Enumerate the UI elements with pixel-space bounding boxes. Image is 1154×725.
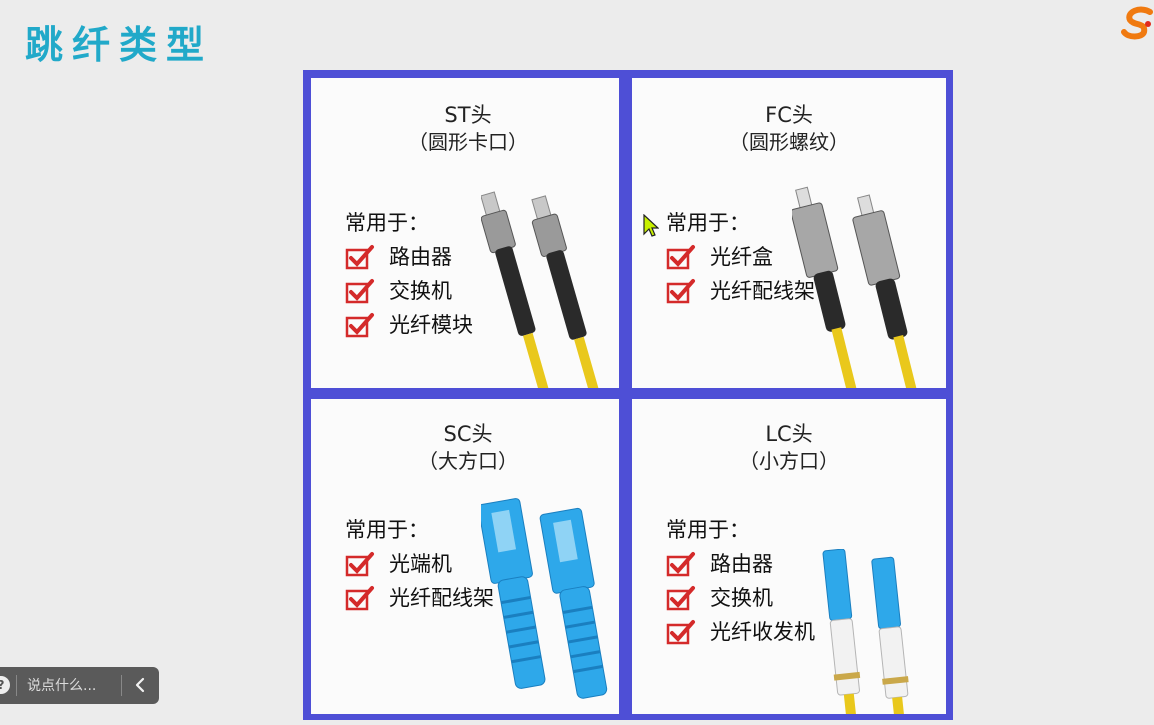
usage-item-label: 光纤收发机 — [710, 620, 815, 644]
chevron-left-icon[interactable] — [131, 675, 151, 695]
panel-lc-connector: LC头 （小方口） 常用于： 路由器 交换机 光纤收发机 — [632, 399, 946, 714]
check-icon — [666, 586, 695, 611]
usage-item-label: 交换机 — [389, 279, 452, 303]
list-item: 路由器 — [345, 240, 473, 274]
panel-title: FC头 — [765, 103, 813, 127]
check-icon — [666, 279, 695, 304]
usage-item-label: 光端机 — [389, 552, 452, 576]
list-item: 光端机 — [345, 547, 494, 581]
usage-label: 常用于： — [666, 518, 750, 542]
lc-connector-image — [822, 549, 909, 714]
panel-sc-connector: SC头 （大方口） 常用于： 光端机 光纤配线架 — [311, 399, 619, 714]
usage-list: 常用于： 光端机 光纤配线架 — [345, 513, 494, 615]
comment-bar: ? 说点什么... — [0, 667, 159, 704]
panel-subtitle: （大方口） — [418, 449, 518, 473]
list-item: 光纤模块 — [345, 308, 473, 342]
divider — [121, 675, 122, 696]
usage-item-label: 光纤盒 — [710, 245, 773, 269]
panel-subtitle: （小方口） — [739, 449, 839, 473]
st-connector-image — [481, 191, 603, 388]
slide-title: 跳纤类型 — [25, 23, 214, 67]
check-icon — [666, 620, 695, 645]
check-icon — [345, 586, 374, 611]
list-item: 路由器 — [666, 547, 815, 581]
cursor-icon — [643, 214, 659, 237]
help-icon[interactable]: ? — [0, 676, 10, 694]
usage-item-label: 光纤配线架 — [389, 586, 494, 610]
panel-title: LC头 — [765, 422, 813, 446]
connector-grid: ST头 （圆形卡口） 常用于： 路由器 交换机 光纤模块 FC头 （圆形螺纹） … — [303, 70, 953, 720]
usage-label: 常用于： — [345, 518, 429, 542]
panel-subtitle: （圆形卡口） — [408, 130, 528, 154]
comment-input[interactable]: 说点什么... — [27, 676, 96, 696]
usage-label: 常用于： — [345, 211, 429, 235]
check-icon — [345, 552, 374, 577]
check-icon — [345, 279, 374, 304]
check-icon — [666, 552, 695, 577]
panel-st-connector: ST头 （圆形卡口） 常用于： 路由器 交换机 光纤模块 — [311, 78, 619, 388]
list-item: 光纤配线架 — [345, 581, 494, 615]
usage-item-label: 光纤模块 — [389, 313, 473, 337]
list-item: 交换机 — [345, 274, 473, 308]
sc-connector-image — [481, 498, 608, 699]
check-icon — [345, 245, 374, 270]
usage-item-label: 路由器 — [710, 552, 773, 576]
list-item: 光纤收发机 — [666, 615, 815, 649]
check-icon — [345, 313, 374, 338]
usage-list: 常用于： 路由器 交换机 光纤模块 — [345, 206, 473, 342]
panel-title: SC头 — [443, 422, 493, 446]
usage-list: 常用于： 路由器 交换机 光纤收发机 — [666, 513, 815, 649]
check-icon — [666, 245, 695, 270]
panel-subtitle: （圆形螺纹） — [729, 130, 849, 154]
panel-title: ST头 — [444, 103, 492, 127]
brand-logo — [1121, 6, 1153, 40]
usage-item-label: 交换机 — [710, 586, 773, 610]
list-item: 交换机 — [666, 581, 815, 615]
fc-connector-image — [792, 186, 923, 388]
usage-item-label: 路由器 — [389, 245, 452, 269]
panel-fc-connector: FC头 （圆形螺纹） 常用于： 光纤盒 光纤配线架 — [632, 78, 946, 388]
divider — [16, 675, 17, 696]
